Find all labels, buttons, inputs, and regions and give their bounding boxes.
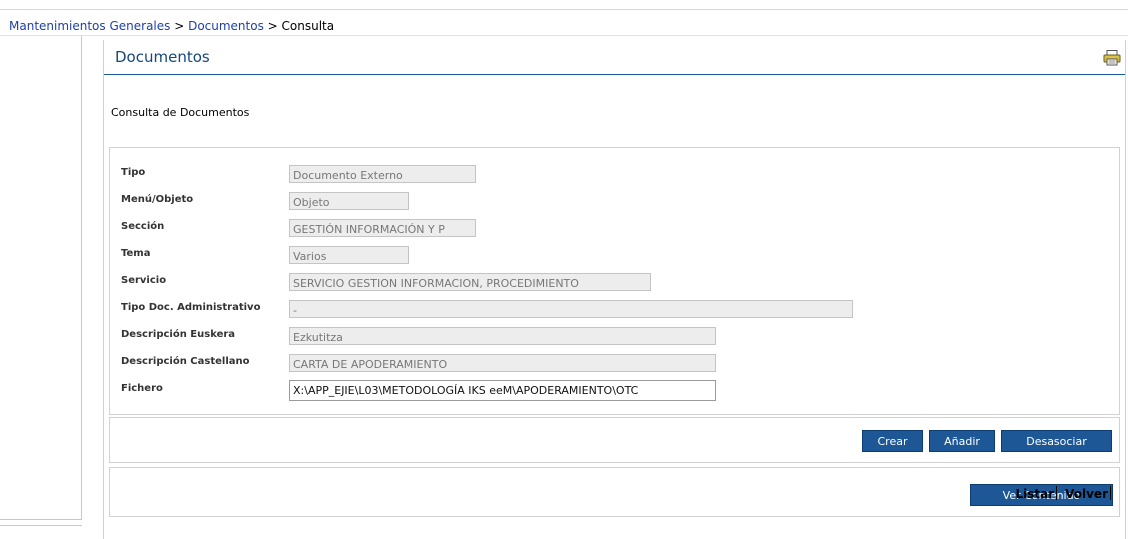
desasociar-button[interactable]: Desasociar [1001, 430, 1112, 452]
breadcrumb-divider [0, 35, 1128, 36]
listar-link[interactable]: Listar [1015, 487, 1054, 501]
breadcrumb-current: Consulta [281, 19, 335, 33]
tema-field[interactable]: Varios [289, 246, 409, 264]
descripcion-castellano-field[interactable]: CARTA DE APODERAMIENTO [289, 354, 716, 372]
breadcrumb-documentos-link[interactable]: Documentos [188, 19, 264, 33]
fichero-field[interactable]: X:\APP_EJIE\L03\METODOLOGÍA IKS eeM\APOD… [289, 380, 716, 401]
printer-icon[interactable] [1103, 50, 1121, 66]
left-sidebar [0, 36, 82, 520]
menu-objeto-field[interactable]: Objeto [289, 192, 409, 210]
label-tipo: Tipo [121, 167, 146, 178]
label-descripcion-castellano: Descripción Castellano [121, 356, 250, 367]
document-form-panel: Tipo Documento Externo Menú/Objeto Objet… [109, 147, 1120, 415]
breadcrumb: Mantenimientos Generales > Documentos > … [9, 19, 334, 33]
breadcrumb-mantenimientos-link[interactable]: Mantenimientos Generales [9, 19, 170, 33]
tipo-field[interactable]: Documento Externo [289, 165, 476, 183]
footer-links: Listar Volver [1015, 486, 1111, 501]
label-descripcion-euskera: Descripción Euskera [121, 329, 236, 340]
seccion-field[interactable]: GESTIÓN INFORMACIÓN Y P [289, 219, 476, 237]
label-seccion: Sección [121, 221, 165, 232]
crear-button[interactable]: Crear [862, 430, 923, 452]
servicio-field[interactable]: SERVICIO GESTION INFORMACION, PROCEDIMIE… [289, 273, 651, 291]
section-subtitle: Consulta de Documentos [111, 106, 250, 119]
footer-separator [1110, 486, 1111, 500]
breadcrumb-separator: > [263, 19, 282, 33]
actions-panel: Crear Añadir Desasociar [109, 417, 1120, 463]
label-fichero: Fichero [121, 383, 163, 394]
volver-link[interactable]: Volver [1065, 487, 1108, 501]
page-title: Documentos [115, 48, 210, 66]
label-menu-objeto: Menú/Objeto [121, 194, 194, 205]
main-content: Documentos Consulta de Documentos Tipo D… [103, 40, 1126, 539]
breadcrumb-separator: > [170, 19, 189, 33]
tipo-doc-administrativo-field[interactable]: - [289, 300, 853, 318]
content-panel: Ver Contenido [109, 467, 1120, 517]
label-tipo-doc-administrativo: Tipo Doc. Administrativo [121, 302, 261, 313]
sidebar-bottom-rule [0, 525, 82, 526]
anadir-button[interactable]: Añadir [929, 430, 995, 452]
label-tema: Tema [121, 248, 151, 259]
title-bar: Documentos [104, 40, 1125, 75]
top-divider [0, 9, 1128, 10]
label-servicio: Servicio [121, 275, 167, 286]
footer-separator [1056, 486, 1058, 500]
descripcion-euskera-field[interactable]: Ezkutitza [289, 327, 716, 345]
